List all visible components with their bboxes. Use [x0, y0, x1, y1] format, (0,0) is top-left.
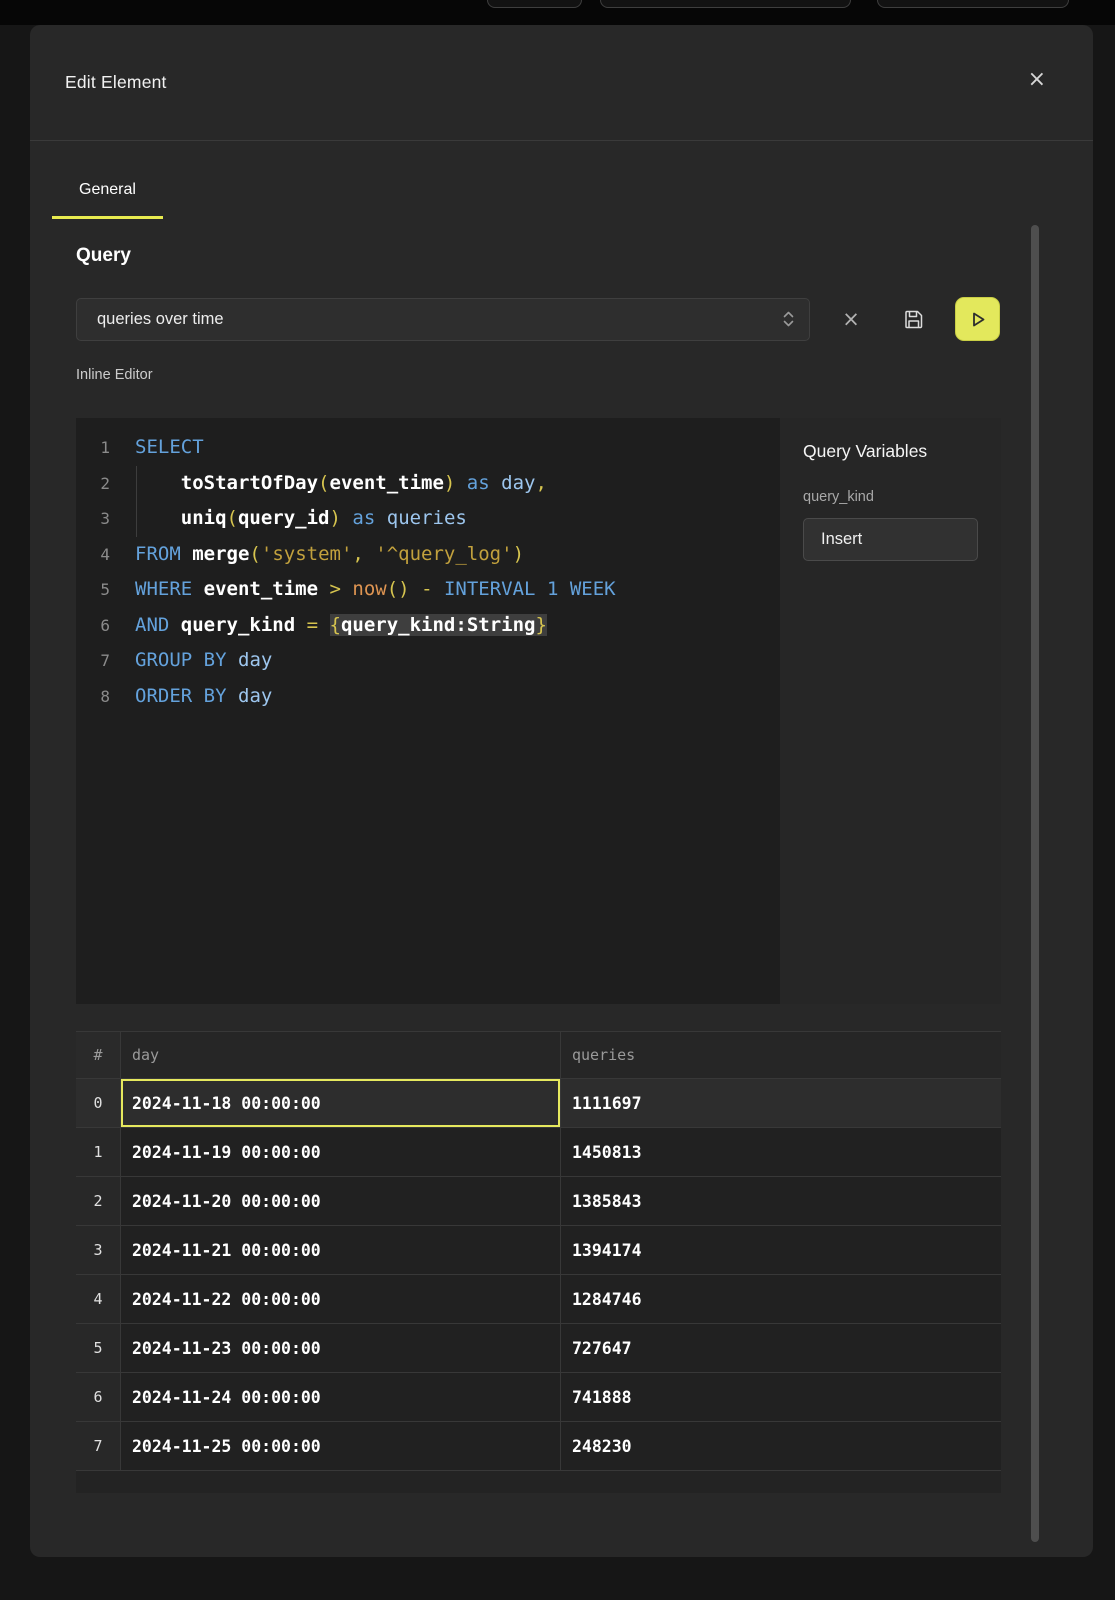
table-row: 72024-11-25 00:00:00248230: [76, 1422, 1001, 1471]
modal-scrollbar[interactable]: [1031, 225, 1039, 1542]
code-line: 6AND query_kind = {query_kind:String}: [76, 608, 780, 644]
code-line-text: WHERE event_time > now() - INTERVAL 1 WE…: [110, 572, 616, 608]
close-icon[interactable]: ×: [1028, 69, 1046, 91]
code-line: 8ORDER BY day: [76, 679, 780, 715]
row-index-cell: 4: [76, 1275, 120, 1324]
query-variables-panel: Query Variables query_kind Insert: [780, 418, 1001, 1004]
table-row: 02024-11-18 00:00:001111697: [76, 1079, 1001, 1128]
modal-header: Edit Element ×: [30, 25, 1093, 141]
code-line: 4FROM merge('system', '^query_log'): [76, 537, 780, 573]
table-row: 12024-11-19 00:00:001450813: [76, 1128, 1001, 1177]
table-row: 62024-11-24 00:00:00741888: [76, 1373, 1001, 1422]
code-line-text: FROM merge('system', '^query_log'): [110, 537, 524, 573]
query-select-value: queries over time: [97, 310, 782, 329]
day-cell[interactable]: 2024-11-20 00:00:00: [120, 1177, 560, 1226]
editor-container: 1SELECT2 toStartOfDay(event_time) as day…: [76, 418, 1001, 1004]
query-row: queries over time ×: [76, 297, 1001, 341]
row-index-cell: 7: [76, 1422, 120, 1471]
tab-bar: General: [30, 141, 1093, 219]
code-line: 2 toStartOfDay(event_time) as day,: [76, 466, 780, 502]
run-query-button[interactable]: [955, 297, 1000, 341]
background-button[interactable]: [600, 0, 851, 8]
line-number: 4: [76, 537, 110, 573]
row-index-cell: 6: [76, 1373, 120, 1422]
query-heading: Query: [76, 245, 1093, 267]
query-variables-heading: Query Variables: [803, 441, 978, 462]
line-number: 7: [76, 643, 110, 679]
sql-editor[interactable]: 1SELECT2 toStartOfDay(event_time) as day…: [76, 418, 780, 1004]
code-line-text: SELECT: [110, 430, 204, 466]
variable-name-label: query_kind: [803, 489, 978, 505]
indent-guide: [136, 466, 137, 502]
background-topbar: [0, 0, 1115, 25]
queries-cell[interactable]: 1394174: [560, 1226, 1001, 1275]
queries-cell[interactable]: 1450813: [560, 1128, 1001, 1177]
modal-title: Edit Element: [65, 72, 167, 93]
background-button[interactable]: [877, 0, 1069, 8]
column-header: #: [76, 1031, 120, 1079]
chevron-updown-icon: [782, 309, 795, 329]
day-cell[interactable]: 2024-11-25 00:00:00: [120, 1422, 560, 1471]
queries-cell[interactable]: 727647: [560, 1324, 1001, 1373]
clear-query-icon[interactable]: ×: [835, 303, 867, 335]
code-line: 5WHERE event_time > now() - INTERVAL 1 W…: [76, 572, 780, 608]
table-row: 22024-11-20 00:00:001385843: [76, 1177, 1001, 1226]
queries-cell[interactable]: 248230: [560, 1422, 1001, 1471]
line-number: 8: [76, 679, 110, 715]
line-number: 5: [76, 572, 110, 608]
queries-cell[interactable]: 1284746: [560, 1275, 1001, 1324]
code-line-text: GROUP BY day: [110, 643, 272, 679]
column-header: day: [120, 1031, 560, 1079]
queries-cell[interactable]: 1111697: [560, 1079, 1001, 1128]
table-row: 42024-11-22 00:00:001284746: [76, 1275, 1001, 1324]
code-line: 1SELECT: [76, 430, 780, 466]
code-line-text: ORDER BY day: [110, 679, 272, 715]
table-row: 52024-11-23 00:00:00727647: [76, 1324, 1001, 1373]
tab-general[interactable]: General: [52, 141, 163, 219]
day-cell[interactable]: 2024-11-23 00:00:00: [120, 1324, 560, 1373]
edit-element-modal: Edit Element × General Query queries ove…: [30, 25, 1093, 1557]
save-query-icon[interactable]: [897, 303, 929, 335]
day-cell[interactable]: 2024-11-22 00:00:00: [120, 1275, 560, 1324]
insert-variable-button[interactable]: Insert: [803, 518, 978, 561]
line-number: 2: [76, 466, 110, 502]
row-index-cell: 2: [76, 1177, 120, 1226]
day-cell[interactable]: 2024-11-19 00:00:00: [120, 1128, 560, 1177]
row-index-cell: 1: [76, 1128, 120, 1177]
floppy-disk-icon: [902, 308, 925, 331]
day-cell[interactable]: 2024-11-24 00:00:00: [120, 1373, 560, 1422]
query-select[interactable]: queries over time: [76, 298, 810, 341]
table-header-row: #dayqueries: [76, 1031, 1001, 1079]
queries-cell[interactable]: 1385843: [560, 1177, 1001, 1226]
line-number: 3: [76, 501, 110, 537]
row-index-cell: 5: [76, 1324, 120, 1373]
code-line: 7GROUP BY day: [76, 643, 780, 679]
day-cell[interactable]: 2024-11-18 00:00:00: [120, 1079, 560, 1128]
results-table: #dayqueries02024-11-18 00:00:00111169712…: [76, 1031, 1001, 1493]
play-icon: [966, 308, 989, 331]
code-line-text: AND query_kind = {query_kind:String}: [110, 608, 547, 644]
table-row: 32024-11-21 00:00:001394174: [76, 1226, 1001, 1275]
background-button[interactable]: [487, 0, 582, 8]
code-line-text: uniq(query_id) as queries: [110, 501, 467, 537]
row-index-cell: 3: [76, 1226, 120, 1275]
row-index-cell: 0: [76, 1079, 120, 1128]
line-number: 1: [76, 430, 110, 466]
indent-guide: [136, 501, 137, 537]
tab-content: Query queries over time ×: [30, 219, 1093, 1493]
code-line: 3 uniq(query_id) as queries: [76, 501, 780, 537]
column-header: queries: [560, 1031, 1001, 1079]
line-number: 6: [76, 608, 110, 644]
inline-editor-label: Inline Editor: [76, 367, 1093, 383]
day-cell[interactable]: 2024-11-21 00:00:00: [120, 1226, 560, 1275]
code-line-text: toStartOfDay(event_time) as day,: [110, 466, 547, 502]
queries-cell[interactable]: 741888: [560, 1373, 1001, 1422]
